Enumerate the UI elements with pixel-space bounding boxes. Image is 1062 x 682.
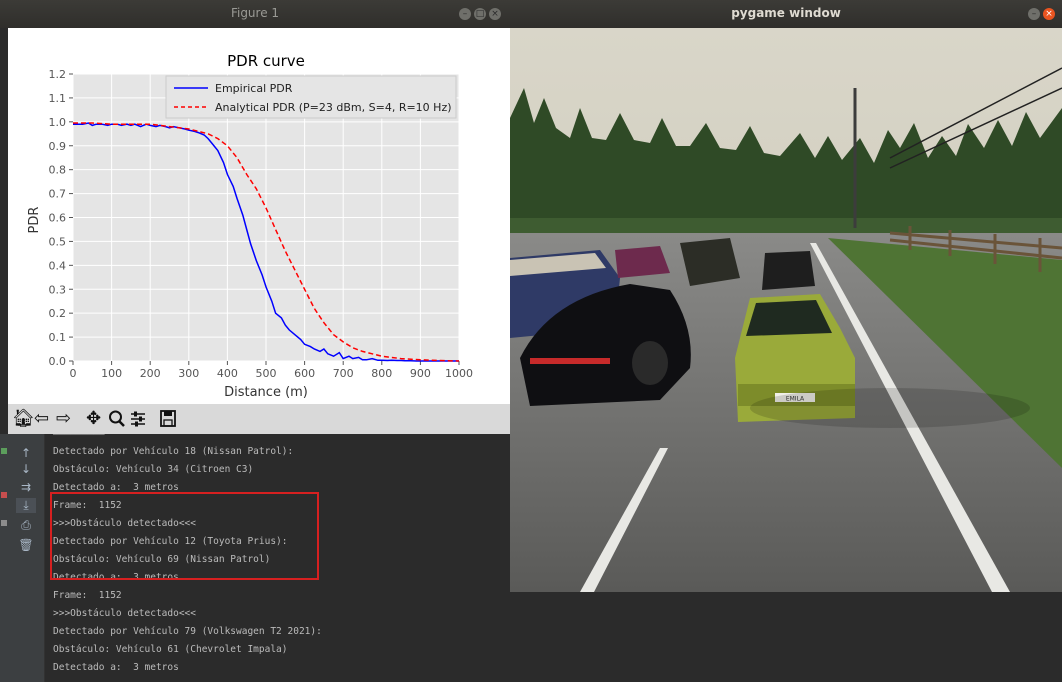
forward-arrow-icon[interactable]: ⇨ [56,408,71,430]
pan-icon[interactable]: ✥ [86,408,101,430]
legend-entry-analytical: Analytical PDR (P=23 dBm, S=4, R=10 Hz) [215,101,452,114]
zoom-icon[interactable] [108,408,126,430]
console-line: Detectado por Vehículo 18 (Nissan Patrol… [53,446,294,457]
y-tick-label: 0.0 [49,355,67,368]
ide-side-strip [0,434,8,682]
y-axis-label: PDR [27,207,42,234]
y-tick-label: 0.3 [49,283,67,296]
close-icon[interactable]: × [1043,8,1055,20]
soft-wrap-icon[interactable]: ⇉ [8,480,44,494]
y-tick-label: 0.8 [49,164,67,177]
console-line: Obstáculo: Vehículo 61 (Chevrolet Impala… [53,644,288,655]
x-tick-label: 900 [410,367,431,380]
x-tick-label: 0 [70,367,77,380]
console-line: Detectado por Vehículo 79 (Volkswagen T2… [53,626,322,637]
console-line: Obstáculo: Vehículo 34 (Citroen C3) [53,464,254,475]
configure-subplots-icon[interactable] [129,408,147,430]
x-tick-label: 100 [101,367,122,380]
y-tick-label: 0.2 [49,307,67,320]
background-area [510,592,1062,682]
y-tick-label: 0.4 [49,259,67,272]
x-tick-label: 500 [256,367,277,380]
x-tick-label: 400 [217,367,238,380]
console-gutter: ↑ ↓ ⇉ ⤓ ⎙ 🗑︎ [8,434,45,682]
back-arrow-icon[interactable]: ⇦ [34,408,49,430]
trash-icon[interactable]: 🗑︎ [8,538,44,552]
x-tick-label: 600 [294,367,315,380]
close-icon[interactable]: × [489,8,501,20]
y-tick-label: 0.7 [49,188,67,201]
figure-canvas: 0 100 200 300 400 500 600 700 800 900 1000 0.0 0.1 0.… [8,28,510,404]
pygame-window-title: pygame window [731,6,841,20]
y-tick-label: 1.1 [49,92,67,105]
driving-scene: EMILA [510,28,1062,592]
chart-title: PDR curve [227,52,305,70]
figure-window-titlebar[interactable]: Figure 1 – □ × [0,0,510,28]
home-icon[interactable]: 🏠︎ [12,408,35,430]
y-tick-label: 1.2 [49,68,67,81]
print-icon[interactable]: ⎙ [8,518,44,533]
console-line: >>>Obstáculo detectado<<< [53,608,196,619]
x-tick-label: 800 [371,367,392,380]
figure-window-title: Figure 1 [230,6,280,20]
maximize-icon[interactable]: □ [474,8,486,20]
scroll-up-arrow-icon[interactable]: ↑ [8,446,44,460]
save-icon[interactable] [159,408,177,430]
minimize-icon[interactable]: – [459,8,471,20]
pdr-chart: 0 100 200 300 400 500 600 700 800 900 1000 0.0 0.1 0.… [27,52,473,400]
y-tick-label: 0.1 [49,331,67,344]
vehicle-jeep [680,238,740,286]
scroll-down-arrow-icon[interactable]: ↓ [8,462,44,476]
vehicle-suv [762,251,815,290]
console-line-partial: ───────── [53,430,105,441]
pygame-window-titlebar[interactable]: pygame window – × [510,0,1062,28]
legend: Empirical PDR Analytical PDR (P=23 dBm, … [165,75,457,119]
vehicle-magenta-car [615,246,670,278]
console-line: Detectado a: 3 metros [53,662,179,673]
minimize-icon[interactable]: – [1028,8,1040,20]
scroll-to-end-icon[interactable]: ⤓ [16,498,36,513]
legend-entry-empirical: Empirical PDR [215,82,293,95]
y-tick-label: 0.6 [49,212,67,225]
y-tick-label: 1.0 [49,116,67,129]
y-tick-label: 0.9 [49,140,67,153]
y-tick-label: 0.5 [49,235,67,248]
x-tick-label: 200 [140,367,161,380]
x-tick-label: 1000 [445,367,473,380]
x-tick-label: 300 [178,367,199,380]
highlight-annotation-box [50,492,319,580]
x-tick-label: 700 [333,367,354,380]
simulation-view: EMILA [510,28,1062,592]
console-line: Frame: 1152 [53,590,122,601]
x-axis-label: Distance (m) [224,385,308,400]
